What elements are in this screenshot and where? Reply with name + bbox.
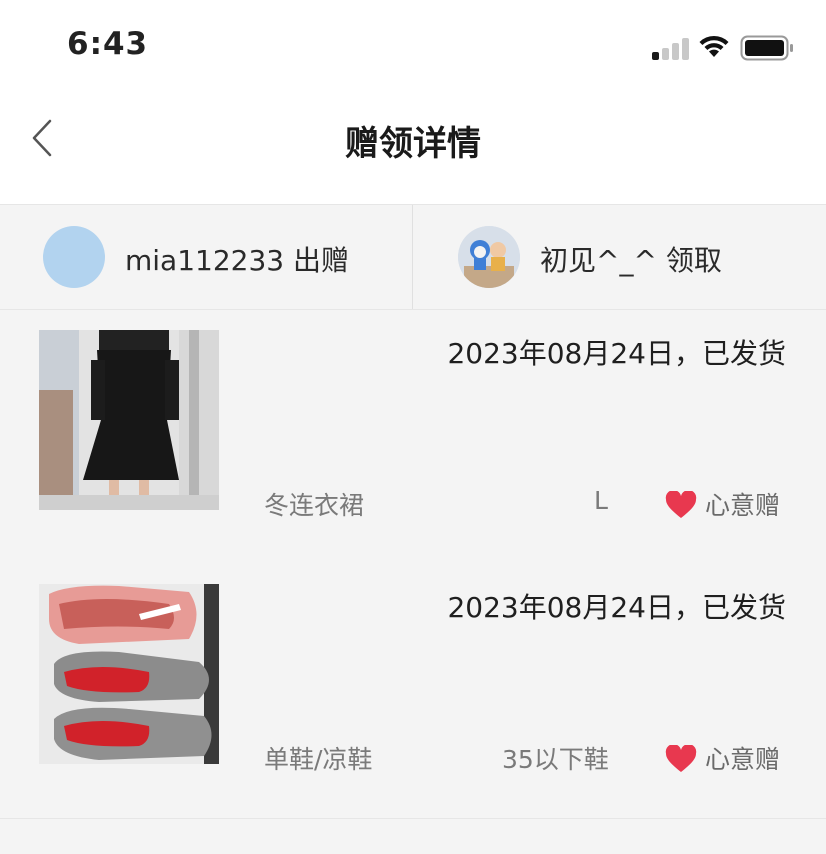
receiver-avatar[interactable] [458,226,520,288]
receiver-label[interactable]: 初见^_^ 领取 [540,239,722,279]
item-category: 冬连衣裙 [264,491,365,520]
cellular-signal-icon [652,36,692,60]
parties-divider [412,205,413,309]
gift-item-2[interactable]: 2023年08月24日，已发货 单鞋/凉鞋 35以下鞋 心意赠 [0,564,826,819]
gift-type-tag: 心意赠 [665,740,780,776]
item-category: 单鞋/凉鞋 [264,745,373,774]
item-date-status: 2023年08月24日，已发货 [447,337,786,370]
item-size: L [594,486,608,515]
parties-bar: mia112233 出赠 初见^_^ 领取 [0,204,826,310]
item-photo-shoes[interactable] [39,584,219,764]
gift-item-1[interactable]: 2023年08月24日，已发货 冬连衣裙 L 心意赠 [0,310,826,565]
giver-avatar[interactable] [43,226,105,288]
battery-icon [740,35,793,61]
wifi-icon [699,35,729,57]
page-title: 赠领详情 [345,124,481,164]
heart-icon [665,491,697,518]
status-bar: 6:43 [0,0,826,90]
gift-type-tag: 心意赠 [665,486,780,522]
item-date-status: 2023年08月24日，已发货 [447,591,786,624]
giver-label[interactable]: mia112233 出赠 [125,239,349,279]
gift-type-label: 心意赠 [705,491,781,520]
heart-icon [665,745,697,772]
gift-type-label: 心意赠 [705,745,781,774]
status-time: 6:43 [67,26,149,62]
item-size: 35以下鞋 [502,745,609,774]
receiver-avatar-image [458,226,520,288]
item-photo-dress[interactable] [39,330,219,510]
